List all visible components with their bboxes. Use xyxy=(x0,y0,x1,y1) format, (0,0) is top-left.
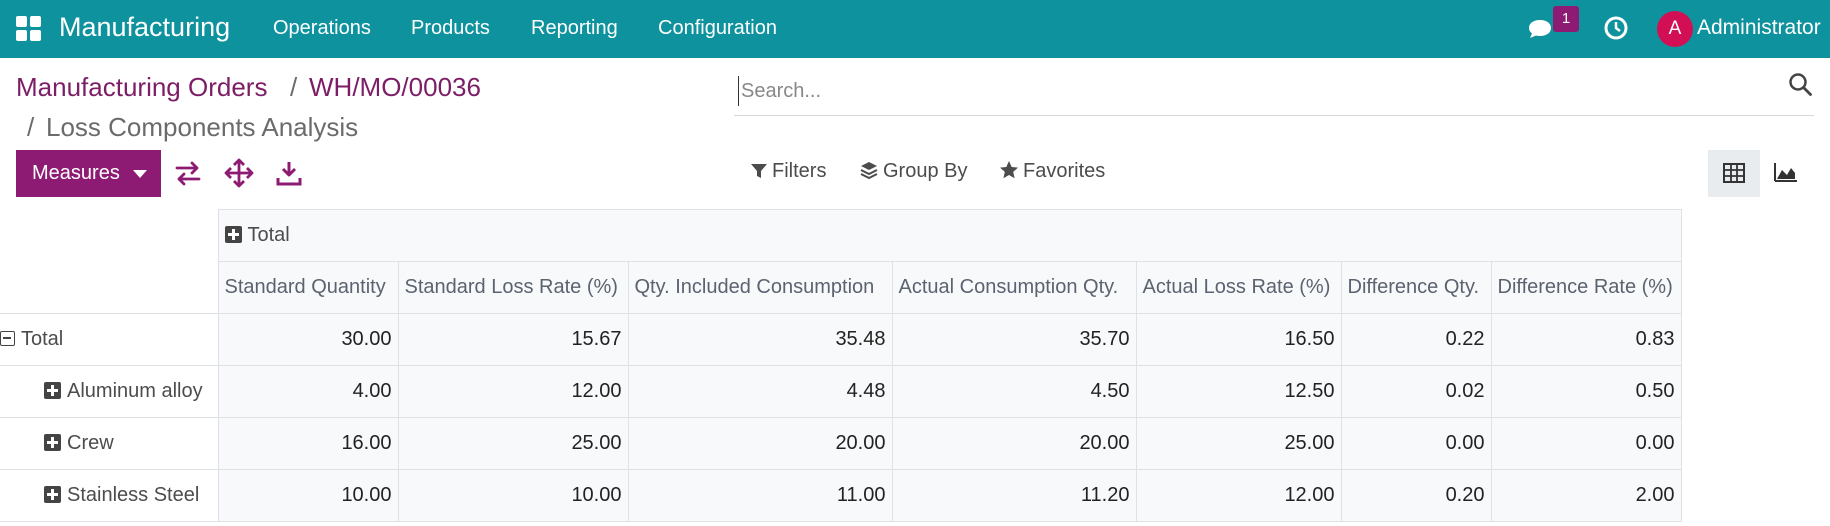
measure-header[interactable]: Qty. Included Consumption xyxy=(627,261,893,314)
table-cell[interactable]: 0.00 xyxy=(1340,417,1492,470)
table-cell[interactable]: 16.00 xyxy=(217,417,399,470)
caret-down-icon xyxy=(133,170,147,178)
filter-icon xyxy=(751,164,767,178)
menu-reporting[interactable]: Reporting xyxy=(531,17,618,40)
collapse-minus-icon[interactable] xyxy=(0,331,15,346)
pivot-col-header-total[interactable]: Total xyxy=(217,209,1682,262)
apps-menu-icon[interactable] xyxy=(16,16,42,42)
table-cell[interactable]: 12.00 xyxy=(1135,469,1342,522)
table-cell[interactable]: 0.22 xyxy=(1340,313,1492,366)
table-row: Crew 16.00 25.00 20.00 20.00 25.00 0.00 … xyxy=(0,417,1682,470)
measures-label: Measures xyxy=(32,162,120,184)
table-cell[interactable]: 10.00 xyxy=(397,469,629,522)
menu-operations[interactable]: Operations xyxy=(273,17,371,40)
activity-clock-icon[interactable] xyxy=(1602,14,1630,42)
table-cell[interactable]: 25.00 xyxy=(1135,417,1342,470)
measure-header[interactable]: Difference Qty. xyxy=(1340,261,1492,314)
table-cell[interactable]: 12.50 xyxy=(1135,365,1342,418)
table-cell[interactable]: 4.50 xyxy=(891,365,1137,418)
measure-header[interactable]: Standard Loss Rate (%) xyxy=(397,261,629,314)
table-cell[interactable]: 0.20 xyxy=(1340,469,1492,522)
table-cell[interactable]: 35.48 xyxy=(627,313,893,366)
measure-header[interactable]: Actual Consumption Qty. xyxy=(891,261,1137,314)
table-cell[interactable]: 0.02 xyxy=(1340,365,1492,418)
table-cell[interactable]: 12.00 xyxy=(397,365,629,418)
table-cell[interactable]: 0.00 xyxy=(1490,417,1682,470)
measure-header-row: Standard Quantity Standard Loss Rate (%)… xyxy=(0,261,1682,314)
row-header-crew[interactable]: Crew xyxy=(0,417,219,470)
table-cell[interactable]: 15.67 xyxy=(397,313,629,366)
table-row: Stainless Steel 10.00 10.00 11.00 11.20 … xyxy=(0,469,1682,522)
breadcrumb-manufacturing-orders[interactable]: Manufacturing Orders xyxy=(16,72,267,103)
pivot-table: Total Standard Quantity Standard Loss Ra… xyxy=(0,209,1682,522)
table-icon xyxy=(1723,163,1745,183)
row-label: Aluminum alloy xyxy=(67,380,203,402)
row-header-aluminum-alloy[interactable]: Aluminum alloy xyxy=(0,365,219,418)
table-cell[interactable]: 16.50 xyxy=(1135,313,1342,366)
filters-label: Filters xyxy=(772,160,827,182)
group-by-button[interactable]: Group By xyxy=(859,160,967,183)
table-cell[interactable]: 10.00 xyxy=(217,469,399,522)
area-chart-icon xyxy=(1774,163,1797,182)
pivot-corner xyxy=(0,209,219,314)
favorites-label: Favorites xyxy=(1023,160,1106,182)
user-menu[interactable]: Administrator xyxy=(1697,16,1821,40)
measures-button[interactable]: Measures xyxy=(16,150,161,197)
graph-view-button[interactable] xyxy=(1760,150,1812,197)
measure-header[interactable]: Actual Loss Rate (%) xyxy=(1135,261,1342,314)
page-title: Loss Components Analysis xyxy=(46,112,359,142)
row-label: Stainless Steel xyxy=(67,484,200,506)
row-label: Total xyxy=(21,328,64,350)
row-label: Crew xyxy=(67,432,114,454)
table-cell[interactable]: 4.48 xyxy=(627,365,893,418)
table-cell[interactable]: 25.00 xyxy=(397,417,629,470)
breadcrumb-separator: / xyxy=(290,72,298,102)
search-input[interactable] xyxy=(738,76,1738,106)
table-cell[interactable]: 0.83 xyxy=(1490,313,1682,366)
breadcrumb-record[interactable]: WH/MO/00036 xyxy=(309,72,481,103)
app-brand[interactable]: Manufacturing xyxy=(59,12,230,43)
search-bar xyxy=(734,68,1814,116)
table-cell[interactable]: 11.00 xyxy=(627,469,893,522)
layers-icon xyxy=(860,162,878,180)
table-row-total: Total 30.00 15.67 35.48 35.70 16.50 0.22… xyxy=(0,313,1682,366)
expand-plus-icon[interactable] xyxy=(224,226,242,243)
menu-products[interactable]: Products xyxy=(411,17,490,40)
table-cell[interactable]: 0.50 xyxy=(1490,365,1682,418)
download-icon[interactable] xyxy=(274,158,304,188)
row-header-stainless-steel[interactable]: Stainless Steel xyxy=(0,469,219,522)
pivot-view-button[interactable] xyxy=(1708,150,1760,197)
row-header-total[interactable]: Total xyxy=(0,313,219,366)
expand-plus-icon[interactable] xyxy=(44,486,61,503)
table-cell[interactable]: 20.00 xyxy=(627,417,893,470)
col-group-label: Total xyxy=(247,224,290,246)
group-by-label: Group By xyxy=(883,160,968,182)
star-icon xyxy=(1000,161,1018,179)
measure-header[interactable]: Standard Quantity xyxy=(217,261,399,314)
table-cell[interactable]: 2.00 xyxy=(1490,469,1682,522)
chat-icon[interactable] xyxy=(1526,14,1556,44)
favorites-button[interactable]: Favorites xyxy=(999,160,1105,183)
expand-plus-icon[interactable] xyxy=(44,434,61,451)
menu-configuration[interactable]: Configuration xyxy=(658,17,777,40)
notification-badge: 1 xyxy=(1553,6,1579,32)
flip-axis-icon[interactable] xyxy=(173,158,203,188)
table-cell[interactable]: 11.20 xyxy=(891,469,1137,522)
top-navbar: Manufacturing Operations Products Report… xyxy=(0,0,1830,58)
table-cell[interactable]: 35.70 xyxy=(891,313,1137,366)
table-cell[interactable]: 20.00 xyxy=(891,417,1137,470)
measure-header[interactable]: Difference Rate (%) xyxy=(1490,261,1682,314)
search-icon[interactable] xyxy=(1788,72,1814,98)
table-cell[interactable]: 4.00 xyxy=(217,365,399,418)
breadcrumb-separator: / xyxy=(27,112,35,142)
expand-all-icon[interactable] xyxy=(224,158,254,188)
expand-plus-icon[interactable] xyxy=(44,382,61,399)
table-row: Aluminum alloy 4.00 12.00 4.48 4.50 12.5… xyxy=(0,365,1682,418)
table-cell[interactable]: 30.00 xyxy=(217,313,399,366)
user-avatar[interactable]: A xyxy=(1657,11,1693,47)
filters-button[interactable]: Filters xyxy=(750,160,826,183)
